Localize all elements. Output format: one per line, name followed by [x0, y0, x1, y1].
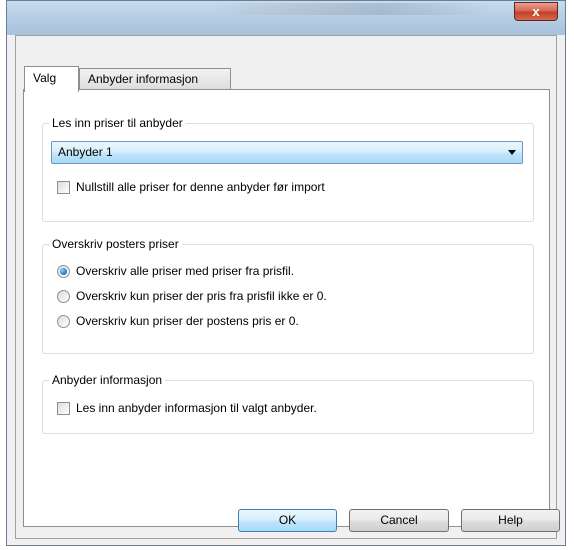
group-read-prices-legend: Les inn priser til anbyder	[52, 116, 183, 130]
read-bidder-info-checkbox[interactable]: Les inn anbyder informasjon til valgt an…	[57, 401, 317, 415]
radio-unselected-icon[interactable]	[57, 289, 70, 303]
radio-selected-icon[interactable]	[57, 264, 70, 278]
radio-overwrite-zero[interactable]: Overskriv kun priser der postens pris er…	[57, 314, 299, 328]
radio-overwrite-nonzero-label: Overskriv kun priser der pris fra prisfi…	[76, 289, 327, 303]
close-button[interactable]: x	[514, 2, 558, 21]
tab-valg[interactable]: Valg	[24, 66, 79, 92]
group-overwrite-prices-legend: Overskriv posters priser	[52, 237, 179, 251]
help-button[interactable]: Help	[461, 509, 560, 532]
group-read-prices: Les inn priser til anbyder	[42, 116, 534, 222]
radio-unselected-icon[interactable]	[57, 314, 70, 328]
title-bar[interactable]: x	[7, 1, 565, 35]
radio-overwrite-nonzero[interactable]: Overskriv kun priser der pris fra prisfi…	[57, 289, 327, 303]
dialog-client-area: Valg Anbyder informasjon Les inn priser …	[15, 35, 560, 539]
help-button-label: Help	[498, 513, 523, 527]
radio-overwrite-all-label: Overskriv alle priser med priser fra pri…	[76, 264, 295, 278]
tab-anbyder-informasjon[interactable]: Anbyder informasjon	[79, 68, 231, 90]
radio-overwrite-all[interactable]: Overskriv alle priser med priser fra pri…	[57, 264, 294, 278]
title-bar-glow	[207, 3, 497, 15]
radio-overwrite-zero-label: Overskriv kun priser der postens pris er…	[76, 314, 299, 328]
cancel-button[interactable]: Cancel	[349, 509, 449, 532]
group-bidder-info-legend: Anbyder informasjon	[52, 373, 163, 387]
read-bidder-info-label: Les inn anbyder informasjon til valgt an…	[76, 401, 317, 415]
close-icon: x	[532, 4, 540, 19]
ok-button-label: OK	[278, 513, 297, 527]
ok-button[interactable]: OK	[238, 509, 337, 532]
tab-valg-label: Valg	[33, 71, 57, 85]
bidder-select-value: Anbyder 1	[58, 145, 113, 159]
checkbox-icon[interactable]	[57, 180, 70, 194]
reset-prices-checkbox[interactable]: Nullstill alle priser for denne anbyder …	[57, 180, 325, 194]
checkbox-icon[interactable]	[57, 401, 70, 415]
cancel-button-label: Cancel	[380, 513, 418, 527]
reset-prices-label: Nullstill alle priser for denne anbyder …	[76, 180, 325, 194]
bidder-select[interactable]: Anbyder 1	[51, 141, 523, 164]
dialog-window: x Valg Anbyder informasjon Les inn prise…	[6, 0, 566, 546]
tab-panel-valg: Les inn priser til anbyder Anbyder 1 Nul…	[23, 89, 550, 527]
tab-anbyder-informasjon-label: Anbyder informasjon	[88, 72, 199, 86]
dropdown-arrow-icon[interactable]	[508, 150, 516, 155]
